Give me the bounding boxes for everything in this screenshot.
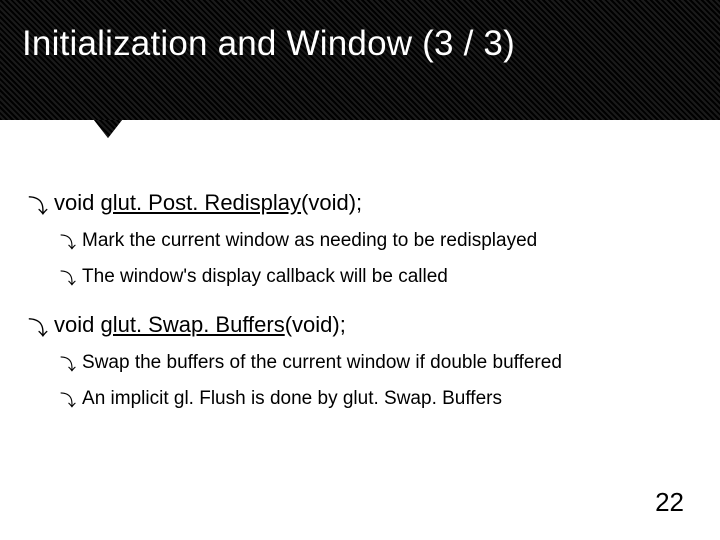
sub-bullet-text: The window's display callback will be ca… bbox=[82, 266, 448, 288]
slide-title: Initialization and Window (3 / 3) bbox=[22, 24, 698, 64]
arrow-bullet-icon: ⤵ bbox=[28, 319, 48, 339]
arrow-bullet-icon: ⤵ bbox=[60, 394, 76, 410]
bullet-item: ⤵ void glut. Swap. Buffers(void); bbox=[28, 312, 700, 338]
arrow-bullet-icon: ⤵ bbox=[60, 358, 76, 374]
sub-bullet-item: ⤵ The window's display callback will be … bbox=[60, 266, 700, 288]
sub-bullet-text: Mark the current window as needing to be… bbox=[82, 230, 537, 252]
sub-bullet-item: ⤵ Mark the current window as needing to … bbox=[60, 230, 700, 252]
bullet-text: void glut. Post. Redisplay(void); bbox=[54, 190, 362, 216]
arrow-bullet-icon: ⤵ bbox=[28, 197, 48, 217]
sub-bullet-item: ⤵ Swap the buffers of the current window… bbox=[60, 352, 700, 374]
arrow-bullet-icon: ⤵ bbox=[60, 236, 76, 252]
return-type: void bbox=[54, 190, 100, 215]
bullet-item: ⤵ void glut. Post. Redisplay(void); bbox=[28, 190, 700, 216]
function-args: (void); bbox=[285, 312, 346, 337]
arrow-bullet-icon: ⤵ bbox=[60, 272, 76, 288]
function-name: glut. Swap. Buffers bbox=[100, 312, 284, 337]
bullet-text: void glut. Swap. Buffers(void); bbox=[54, 312, 346, 338]
slide-content: ⤵ void glut. Post. Redisplay(void); ⤵ Ma… bbox=[0, 120, 720, 410]
page-number: 22 bbox=[655, 487, 684, 518]
sub-bullet-text: Swap the buffers of the current window i… bbox=[82, 352, 562, 374]
sub-bullet-text: An implicit gl. Flush is done by glut. S… bbox=[82, 388, 502, 410]
sub-bullet-item: ⤵ An implicit gl. Flush is done by glut.… bbox=[60, 388, 700, 410]
function-name: glut. Post. Redisplay bbox=[100, 190, 301, 215]
function-args: (void); bbox=[301, 190, 362, 215]
return-type: void bbox=[54, 312, 100, 337]
slide-header: Initialization and Window (3 / 3) bbox=[0, 0, 720, 120]
